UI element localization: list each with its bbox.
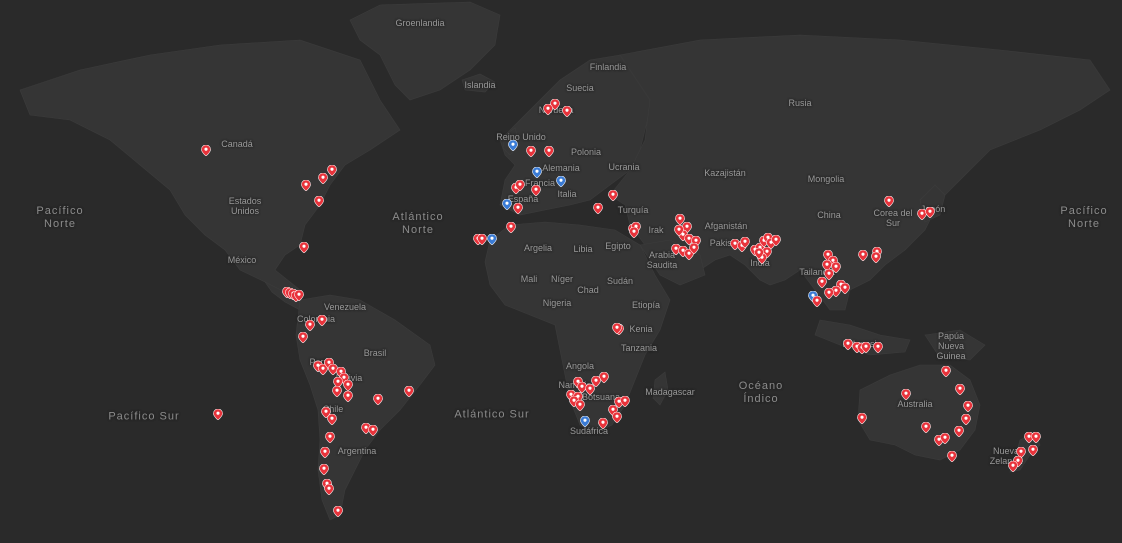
map-marker-red-icon[interactable]: [325, 432, 336, 443]
map-marker-red-icon[interactable]: [812, 296, 823, 307]
map-marker-red-icon[interactable]: [612, 412, 623, 423]
madagascar-shape: [652, 371, 669, 406]
map-marker-red-icon[interactable]: [368, 425, 379, 436]
map-marker-red-icon[interactable]: [884, 196, 895, 207]
map-marker-red-icon[interactable]: [963, 401, 974, 412]
world-map[interactable]: Pacífico Norte Atlántico Norte Pacífico Norte…: [0, 0, 1122, 543]
map-marker-red-icon[interactable]: [1008, 461, 1019, 472]
map-marker-red-icon[interactable]: [941, 366, 952, 377]
map-marker-red-icon[interactable]: [940, 433, 951, 444]
map-marker-red-icon[interactable]: [301, 180, 312, 191]
map-marker-red-icon[interactable]: [531, 185, 542, 196]
map-marker-red-icon[interactable]: [201, 145, 212, 156]
map-marker-red-icon[interactable]: [689, 243, 700, 254]
map-marker-red-icon[interactable]: [629, 227, 640, 238]
map-marker-red-icon[interactable]: [562, 106, 573, 117]
map-marker-red-icon[interactable]: [1028, 445, 1039, 456]
map-marker-red-icon[interactable]: [327, 414, 338, 425]
map-marker-red-icon[interactable]: [608, 190, 619, 201]
map-marker-blue-icon[interactable]: [532, 167, 543, 178]
map-marker-red-icon[interactable]: [593, 203, 604, 214]
map-marker-red-icon[interactable]: [857, 413, 868, 424]
map-marker-blue-icon[interactable]: [502, 199, 513, 210]
map-marker-red-icon[interactable]: [921, 422, 932, 433]
map-marker-blue-icon[interactable]: [508, 140, 519, 151]
map-marker-red-icon[interactable]: [404, 386, 415, 397]
map-marker-red-icon[interactable]: [543, 104, 554, 115]
map-marker-red-icon[interactable]: [544, 146, 555, 157]
map-marker-red-icon[interactable]: [298, 332, 309, 343]
south-america-shape: [295, 294, 436, 521]
map-marker-red-icon[interactable]: [513, 203, 524, 214]
map-marker-red-icon[interactable]: [612, 323, 623, 334]
map-marker-red-icon[interactable]: [213, 409, 224, 420]
map-marker-red-icon[interactable]: [318, 173, 329, 184]
map-marker-red-icon[interactable]: [585, 384, 596, 395]
map-marker-red-icon[interactable]: [373, 394, 384, 405]
map-marker-red-icon[interactable]: [506, 222, 517, 233]
north-america-shape: [19, 39, 401, 296]
new-guinea-shape: [924, 329, 986, 361]
map-marker-red-icon[interactable]: [515, 180, 526, 191]
map-marker-red-icon[interactable]: [1031, 432, 1042, 443]
map-marker-red-icon[interactable]: [861, 342, 872, 353]
map-marker-red-icon[interactable]: [317, 315, 328, 326]
map-marker-red-icon[interactable]: [332, 386, 343, 397]
map-marker-red-icon[interactable]: [305, 320, 316, 331]
map-marker-red-icon[interactable]: [858, 250, 869, 261]
map-marker-red-icon[interactable]: [674, 225, 685, 236]
map-marker-red-icon[interactable]: [871, 252, 882, 263]
map-marker-red-icon[interactable]: [771, 235, 782, 246]
map-marker-red-icon[interactable]: [333, 506, 344, 517]
iceland-shape: [461, 73, 496, 93]
map-marker-red-icon[interactable]: [598, 418, 609, 429]
map-marker-red-icon[interactable]: [324, 484, 335, 495]
map-marker-red-icon[interactable]: [961, 414, 972, 425]
australia-shape: [857, 364, 981, 461]
map-marker-red-icon[interactable]: [955, 384, 966, 395]
map-marker-red-icon[interactable]: [947, 451, 958, 462]
map-marker-red-icon[interactable]: [925, 207, 936, 218]
map-marker-red-icon[interactable]: [314, 196, 325, 207]
map-marker-red-icon[interactable]: [319, 464, 330, 475]
map-marker-red-icon[interactable]: [575, 400, 586, 411]
map-marker-red-icon[interactable]: [901, 389, 912, 400]
map-marker-red-icon[interactable]: [620, 396, 631, 407]
map-marker-red-icon[interactable]: [343, 391, 354, 402]
map-marker-red-icon[interactable]: [320, 447, 331, 458]
map-marker-red-icon[interactable]: [526, 146, 537, 157]
map-marker-red-icon[interactable]: [343, 380, 354, 391]
map-marker-red-icon[interactable]: [294, 290, 305, 301]
map-marker-blue-icon[interactable]: [487, 234, 498, 245]
map-marker-red-icon[interactable]: [754, 248, 765, 259]
map-marker-blue-icon[interactable]: [556, 176, 567, 187]
map-marker-blue-icon[interactable]: [580, 416, 591, 427]
map-marker-red-icon[interactable]: [299, 242, 310, 253]
map-marker-red-icon[interactable]: [817, 277, 828, 288]
map-marker-red-icon[interactable]: [954, 426, 965, 437]
map-marker-red-icon[interactable]: [873, 342, 884, 353]
map-marker-red-icon[interactable]: [824, 288, 835, 299]
